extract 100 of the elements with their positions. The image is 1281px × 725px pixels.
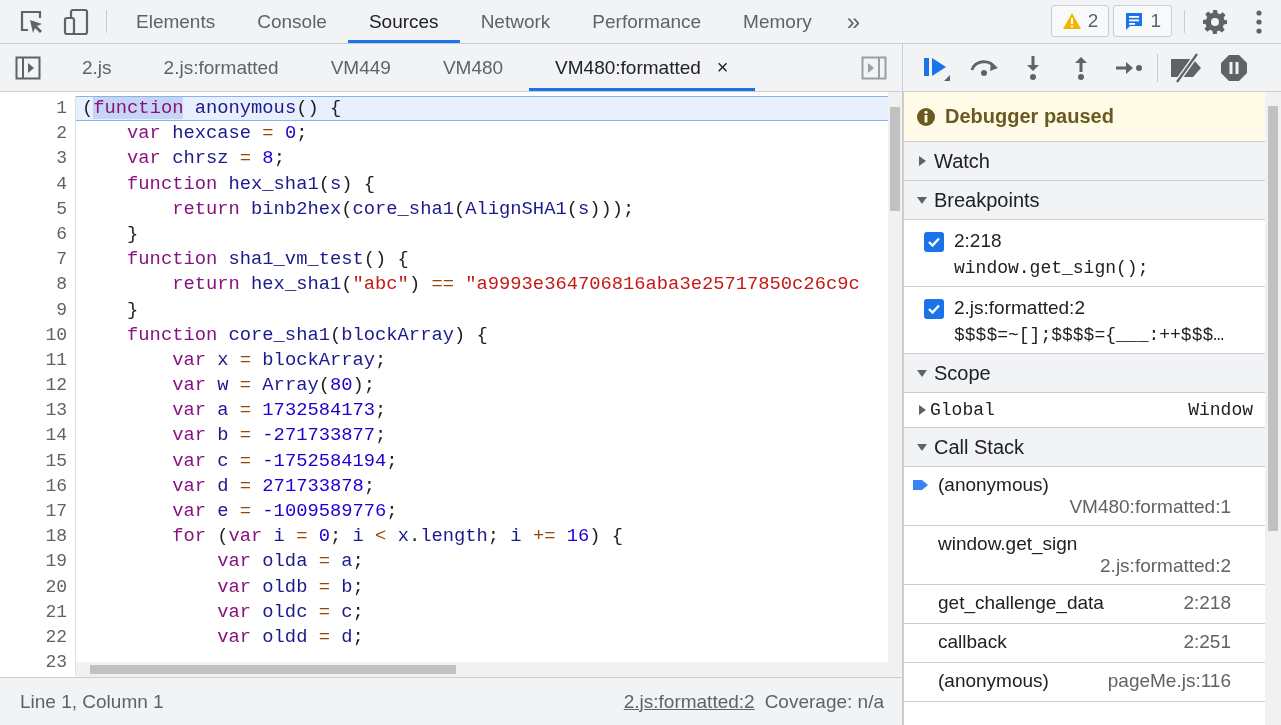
line-number: 2 xyxy=(0,121,76,147)
panel-tab[interactable]: Network xyxy=(459,0,572,43)
more-tabs-button[interactable]: » xyxy=(832,0,875,43)
code-line: var d = 271733878; xyxy=(171,473,377,499)
vertical-scrollbar[interactable] xyxy=(1265,92,1281,725)
file-tab[interactable]: 2.js xyxy=(56,44,138,91)
sidebar-toggle-icon[interactable] xyxy=(15,55,41,80)
section-header[interactable]: Watch xyxy=(904,142,1265,181)
sidebar-toggle-icon[interactable] xyxy=(861,55,887,80)
scope-name: Global xyxy=(930,400,995,420)
breakpoint-code: $$$$=~[];$$$$={___:++$$$… xyxy=(954,325,1225,345)
line-number: 9 xyxy=(0,297,76,323)
info-icon xyxy=(916,106,936,127)
warnings-badge[interactable]: 2 xyxy=(1050,5,1110,37)
pause-exceptions-icon[interactable] xyxy=(1220,53,1248,82)
cursor-position: Line 1, Column 1 xyxy=(20,690,164,713)
messages-badge[interactable]: 1 xyxy=(1113,5,1172,37)
line-number: 21 xyxy=(0,599,76,625)
code-line: var oldc = c; xyxy=(216,599,365,625)
panel-tab[interactable]: Elements xyxy=(115,0,237,43)
checkmark-icon xyxy=(927,302,941,316)
code-line: return hex_sha1("abc") == "a9993e364706816aba3e25717850c26c9c xyxy=(171,272,861,298)
banner-text: Debugger paused xyxy=(945,105,1114,128)
line-number: 15 xyxy=(0,448,76,474)
line-number: 4 xyxy=(0,171,76,197)
call-frame[interactable]: (anonymous) pageMe.js:116 xyxy=(904,663,1265,702)
breakpoint-code: window.get_sign(); xyxy=(954,258,1149,278)
call-frame[interactable]: callback 2:251 xyxy=(904,624,1265,663)
section-title: Call Stack xyxy=(934,435,1025,459)
section-header[interactable]: Breakpoints xyxy=(904,181,1265,220)
breakpoint-location: 2.js:formatted:2 xyxy=(954,297,1086,319)
frame-function: callback xyxy=(938,631,1007,654)
section-header[interactable]: Scope xyxy=(904,354,1265,393)
frame-function: (anonymous) xyxy=(938,474,1050,496)
line-number: 14 xyxy=(0,423,76,449)
file-tab[interactable]: VM449 xyxy=(304,44,417,91)
frame-location: 2.js:formatted:2 xyxy=(1100,555,1231,577)
code-line: var w = Array(80); xyxy=(171,373,377,399)
code-line: function core_sha1(blockArray) { xyxy=(126,322,489,348)
line-number: 20 xyxy=(0,574,76,600)
line-number: 10 xyxy=(0,322,76,348)
close-tab-button[interactable]: × xyxy=(716,56,729,79)
line-number: 3 xyxy=(0,146,76,172)
frame-function: get_challenge_data xyxy=(938,592,1104,616)
code-line: } xyxy=(126,297,140,323)
line-number: 11 xyxy=(0,347,76,374)
coverage-text: Coverage: n/a xyxy=(764,690,884,713)
code-line: var a = 1732584173; xyxy=(171,398,388,424)
file-tab[interactable]: VM480 xyxy=(416,44,530,91)
frame-location: 2:251 xyxy=(1183,631,1231,654)
checkmark-icon xyxy=(927,235,941,249)
file-tab[interactable]: 2.js:formatted xyxy=(137,44,305,91)
expanded-triangle-icon[interactable] xyxy=(916,194,928,206)
section-title: Scope xyxy=(934,361,991,385)
line-number: 13 xyxy=(0,398,76,424)
frame-function: window.get_sign xyxy=(938,533,1079,555)
code-line: for (var i = 0; i < x.length; i += 16) { xyxy=(171,524,625,550)
expanded-triangle-icon[interactable] xyxy=(916,441,928,453)
panel-tab[interactable]: Memory xyxy=(722,0,833,43)
frame-function: (anonymous) xyxy=(938,670,1049,693)
vertical-scrollbar[interactable] xyxy=(888,92,902,677)
breakpoint-location: 2:218 xyxy=(954,230,1003,252)
code-line: var e = -1009589776; xyxy=(171,499,399,524)
expanded-triangle-icon[interactable] xyxy=(916,367,928,379)
section-title: Watch xyxy=(934,149,990,173)
deactivate-breakpoints-icon[interactable] xyxy=(1169,52,1203,83)
scope-value: Window xyxy=(1188,400,1253,420)
frame-location: pageMe.js:116 xyxy=(1107,670,1231,693)
line-number: 22 xyxy=(0,624,76,651)
code-line: var c = -1752584194; xyxy=(171,448,399,474)
menu-icon[interactable] xyxy=(1255,8,1263,35)
line-number: 18 xyxy=(0,524,76,550)
line-number: 17 xyxy=(0,499,76,525)
code-line: function sha1_vm_test() { xyxy=(126,247,410,273)
line-number: 7 xyxy=(0,247,76,273)
horizontal-scrollbar[interactable] xyxy=(76,662,888,677)
settings-icon[interactable] xyxy=(1202,8,1228,35)
frame-location: VM480:formatted:1 xyxy=(1069,496,1231,518)
code-line: var b = -271733877; xyxy=(171,423,388,449)
source-link[interactable]: 2.js:formatted:2 xyxy=(623,690,755,713)
device-icon[interactable] xyxy=(62,7,90,36)
panel-tab[interactable]: Console xyxy=(236,0,348,43)
file-tab[interactable]: VM480:formatted × xyxy=(529,44,755,91)
checkbox[interactable] xyxy=(924,232,944,252)
code-line: var hexcase = 0; xyxy=(126,121,309,147)
line-number: 8 xyxy=(0,272,76,298)
section-header[interactable]: Call Stack xyxy=(904,428,1265,467)
collapsed-triangle-icon[interactable] xyxy=(916,404,928,416)
code-line: var x = blockArray; xyxy=(171,347,388,373)
code-line: return binb2hex(core_sha1(AlignSHA1(s))); xyxy=(171,196,636,222)
checkbox[interactable] xyxy=(924,299,944,319)
call-frame[interactable]: get_challenge_data 2:218 xyxy=(904,585,1265,624)
line-number: 6 xyxy=(0,221,76,248)
code-line: var oldd = d; xyxy=(216,624,365,650)
panel-tab[interactable]: Performance xyxy=(571,0,723,43)
section-title: Breakpoints xyxy=(934,188,1040,212)
line-number: 19 xyxy=(0,549,76,575)
collapsed-triangle-icon[interactable] xyxy=(916,155,928,167)
line-number: 16 xyxy=(0,473,76,499)
code-line: } xyxy=(126,221,140,247)
